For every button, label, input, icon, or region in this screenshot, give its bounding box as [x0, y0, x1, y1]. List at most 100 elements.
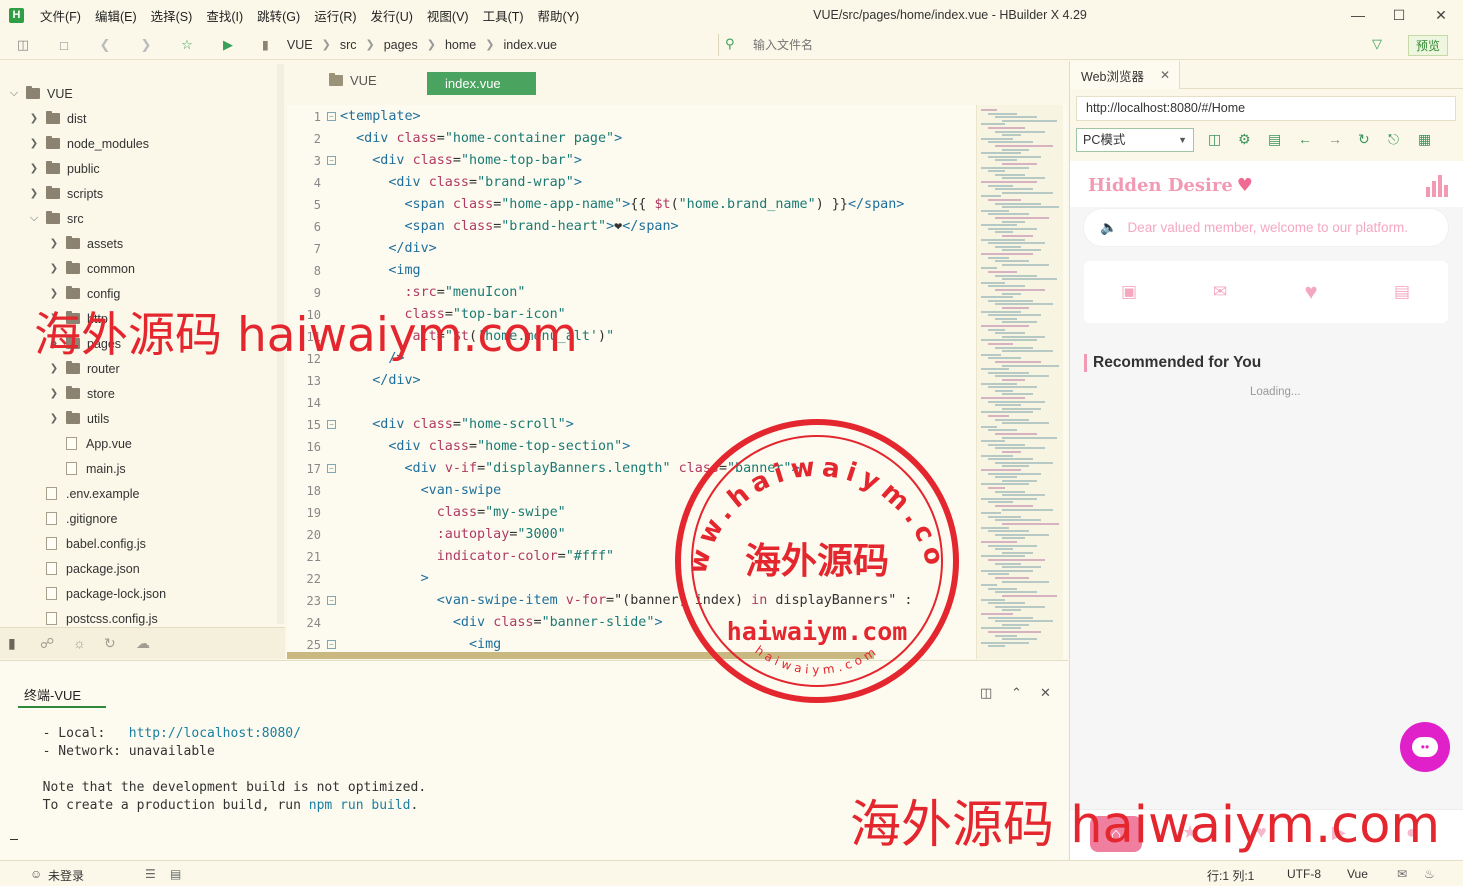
code-line[interactable]: 1− <template> — [287, 106, 977, 128]
menu-item[interactable]: 查找(I) — [199, 6, 250, 25]
debug-icon[interactable]: ☼ — [73, 635, 86, 651]
code-line[interactable]: 3− <div class="home-top-bar"> — [287, 150, 977, 172]
filter-icon[interactable]: ▽ — [1372, 36, 1382, 52]
tree-file[interactable]: babel.config.js — [28, 531, 146, 556]
nav-like-icon[interactable]: ♥ — [1256, 822, 1267, 843]
menu-item[interactable]: 编辑(E) — [88, 6, 144, 25]
nav-video-icon[interactable]: ▶ — [1332, 822, 1346, 843]
menu-item[interactable]: 帮助(Y) — [531, 6, 587, 25]
tree-folder[interactable]: ⌵ src — [28, 206, 84, 231]
maximize-icon[interactable]: ☐ — [1379, 4, 1419, 26]
code-line[interactable]: 6 <span class="brand-heart">❤</span> — [287, 216, 977, 238]
menu-item[interactable]: 工具(T) — [476, 6, 531, 25]
code-line[interactable]: 10 class="top-bar-icon" — [287, 304, 977, 326]
tab-project[interactable]: VUE — [329, 73, 377, 88]
tree-folder[interactable]: ❯ assets — [48, 231, 123, 256]
minimap[interactable] — [976, 105, 1063, 659]
bell-icon[interactable]: ♨ — [1424, 867, 1435, 881]
back-icon[interactable]: ❮ — [95, 35, 115, 55]
browser-url-field[interactable]: http://localhost:8080/#/Home — [1076, 96, 1456, 121]
nav-profile-icon[interactable]: ● — [1406, 822, 1417, 843]
code-line[interactable]: 23− <van-swipe-item v-for="(banner, inde… — [287, 590, 977, 612]
code-line[interactable]: 17− <div v-if="displayBanners.length" cl… — [287, 458, 977, 480]
fold-toggle-icon[interactable]: − — [327, 112, 336, 121]
nav-match-icon[interactable]: ★ — [1182, 822, 1198, 843]
sidebar-scrollbar[interactable] — [277, 64, 284, 624]
tree-folder[interactable]: ❯ http — [48, 306, 108, 331]
fold-toggle-icon[interactable]: − — [327, 156, 336, 165]
project-icon[interactable]: ▮ — [8, 635, 16, 652]
code-line[interactable]: 13 </div> — [287, 370, 977, 392]
notification-icon[interactable]: ✉ — [1397, 867, 1407, 881]
file-search-input[interactable] — [753, 38, 1333, 52]
code-line[interactable]: 16 <div class="home-top-section"> — [287, 436, 977, 458]
fold-toggle-icon[interactable]: − — [327, 464, 336, 473]
chevron-up-icon[interactable]: ⌃ — [1011, 685, 1022, 701]
chat-button[interactable]: •• — [1400, 722, 1450, 772]
tree-file[interactable]: App.vue — [48, 431, 132, 456]
refresh-icon[interactable]: ↻ — [1358, 131, 1370, 148]
close-tab-icon[interactable]: ✕ — [1160, 68, 1170, 82]
cloud-icon[interactable]: ☁ — [136, 635, 150, 652]
menu-item[interactable]: 文件(F) — [33, 6, 88, 25]
sync-icon[interactable]: ↻ — [104, 635, 116, 652]
tree-folder[interactable]: ❯ config — [48, 281, 120, 306]
menu-item[interactable]: 选择(S) — [144, 6, 200, 25]
fold-toggle-icon[interactable]: − — [327, 640, 336, 649]
tree-file[interactable]: main.js — [48, 456, 126, 481]
tree-folder[interactable]: ❯ public — [28, 156, 100, 181]
code-line[interactable]: 18 <van-swipe — [287, 480, 977, 502]
code-line[interactable]: 20 :autoplay="3000" — [287, 524, 977, 546]
encoding[interactable]: UTF-8 — [1287, 867, 1321, 881]
fold-toggle-icon[interactable]: − — [327, 596, 336, 605]
tree-file[interactable]: package-lock.json — [28, 581, 166, 606]
tree-folder[interactable]: ❯ router — [48, 356, 120, 381]
tab-web-browser[interactable]: Web浏览器 ✕ — [1070, 61, 1180, 89]
forward-icon[interactable]: ❯ — [136, 35, 156, 55]
breadcrumb-item[interactable]: src — [340, 38, 357, 52]
editor-horizontal-scrollbar[interactable] — [287, 652, 874, 659]
preview-button[interactable]: 预览 — [1408, 35, 1448, 56]
tree-folder[interactable]: ❯ pages — [48, 331, 121, 356]
wallet-icon[interactable]: ▣ — [1116, 281, 1142, 303]
tree-folder[interactable]: ⌵ VUE — [8, 81, 73, 106]
code-line[interactable]: 11 :alt="$t('home.menu_alt')" — [287, 326, 977, 348]
local-url-link[interactable]: http://localhost:8080/ — [129, 726, 301, 741]
breadcrumb-item[interactable]: index.vue — [503, 38, 557, 52]
code-line[interactable]: 8 <img — [287, 260, 977, 282]
code-line[interactable]: 15− <div class="home-scroll"> — [287, 414, 977, 436]
forward-arrow-icon[interactable]: → — [1328, 131, 1342, 147]
save-icon[interactable]: □ — [54, 35, 74, 55]
grid-icon[interactable]: ▦ — [1418, 131, 1431, 148]
code-line[interactable]: 9 :src="menuIcon" — [287, 282, 977, 304]
code-line[interactable]: 24 <div class="banner-slide"> — [287, 612, 977, 634]
breadcrumb-item[interactable]: pages — [384, 38, 418, 52]
device-mode-select[interactable]: PC模式 ▼ — [1076, 128, 1194, 152]
minimize-icon[interactable]: — — [1338, 4, 1378, 26]
code-line[interactable]: 5 <span class="home-app-name">{{ $t("hom… — [287, 194, 977, 216]
cursor-position[interactable]: 行:1 列:1 — [1207, 867, 1254, 884]
plugin-icon[interactable]: ☍ — [40, 635, 54, 652]
breadcrumb-item[interactable]: home — [445, 38, 476, 52]
list-icon[interactable]: ☰ — [145, 867, 156, 881]
code-line[interactable]: 14 — [287, 392, 977, 414]
code-line[interactable]: 12 /> — [287, 348, 977, 370]
tree-file[interactable]: postcss.config.js — [28, 606, 158, 626]
code-line[interactable]: 19 class="my-swipe" — [287, 502, 977, 524]
tab-index-vue[interactable]: index.vue — [427, 72, 536, 95]
lock-icon[interactable]: ⎋ — [1388, 131, 1399, 148]
terminal-title[interactable]: 终端-VUE — [24, 685, 81, 704]
terminal-icon[interactable]: ▤ — [170, 867, 181, 881]
nav-home-icon[interactable]: ⌂ — [1090, 816, 1142, 852]
code-line[interactable]: 21 indicator-color="#fff" — [287, 546, 977, 568]
menu-item[interactable]: 跳转(G) — [250, 6, 307, 25]
terminal-new-icon[interactable]: ◫ — [980, 685, 992, 701]
tree-folder[interactable]: ❯ utils — [48, 406, 109, 431]
back-arrow-icon[interactable]: ← — [1298, 131, 1312, 147]
code-line[interactable]: 2 <div class="home-container page"> — [287, 128, 977, 150]
tree-folder[interactable]: ❯ node_modules — [28, 131, 149, 156]
console-icon[interactable]: ▤ — [1268, 131, 1281, 148]
tree-folder[interactable]: ❯ store — [48, 381, 115, 406]
tree-file[interactable]: package.json — [28, 556, 140, 581]
code-line[interactable]: 4 <div class="brand-wrap"> — [287, 172, 977, 194]
